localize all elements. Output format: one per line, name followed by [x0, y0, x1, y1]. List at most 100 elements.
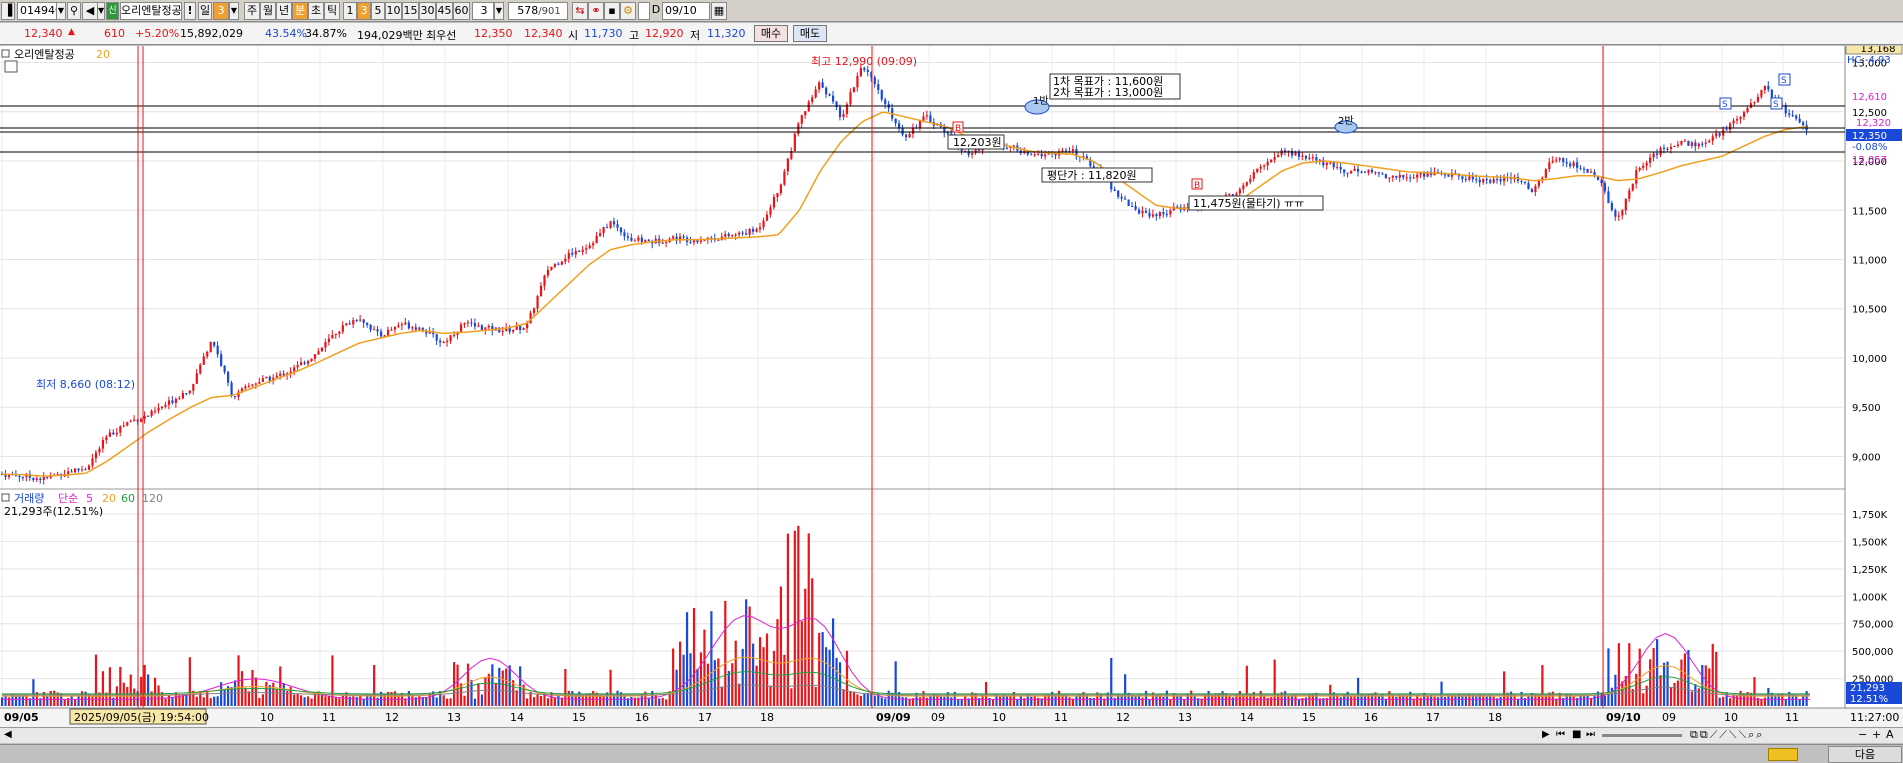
scroll-right-icon[interactable]: ▶ — [1542, 729, 1550, 740]
period-week-button[interactable]: 주 — [244, 2, 260, 20]
chart-area[interactable]: 오리엔탈정공 20 최고 12,990 (09:09) 최저 8,660 (08… — [0, 41, 1903, 727]
candle-body — [1576, 162, 1579, 168]
candle-body — [578, 250, 581, 252]
day-count-dropdown-icon[interactable]: ▼ — [229, 2, 239, 20]
volume-bar — [710, 611, 713, 706]
min-option-60[interactable]: 60 — [453, 2, 470, 20]
font-size-icon[interactable]: A — [1886, 728, 1894, 741]
candle-body — [769, 207, 772, 215]
volume-bar — [1124, 674, 1127, 706]
alert-button[interactable]: ! — [184, 2, 196, 20]
next-button[interactable]: 다음 — [1828, 746, 1902, 763]
volume-bar — [779, 586, 783, 706]
candle-body — [1228, 194, 1231, 196]
candle-body — [1628, 190, 1631, 199]
right-12057: 12,057 — [1852, 155, 1887, 166]
tool-icons[interactable]: ⧉⧉⟋⟋⟍⟍⌕⌕ — [1690, 728, 1764, 742]
scroll-left-icon[interactable]: ◀ — [4, 729, 12, 740]
d-checkbox[interactable] — [638, 2, 650, 20]
candle-body — [1527, 183, 1530, 190]
volume-bar — [797, 525, 800, 706]
candle-body — [630, 237, 633, 241]
min-option-15[interactable]: 15 — [402, 2, 419, 20]
chart-svg[interactable]: 오리엔탈정공 20 최고 12,990 (09:09) 최저 8,660 (08… — [0, 41, 1903, 727]
period-day-count[interactable]: 3 — [213, 2, 229, 20]
candle-body — [477, 325, 480, 327]
date-input[interactable]: 09/10 — [662, 2, 710, 20]
gear-icon[interactable]: ⚙ — [620, 2, 636, 20]
candle-body — [831, 95, 835, 102]
period-day-button[interactable]: 일 — [198, 2, 212, 20]
candle-body — [373, 329, 376, 331]
candle-body — [755, 229, 758, 232]
zoom-out-icon[interactable]: − — [1858, 728, 1867, 741]
calendar-icon[interactable]: ▦ — [711, 2, 727, 20]
min-option-1[interactable]: 1 — [343, 2, 357, 20]
buy-button[interactable]: 매수 — [754, 25, 788, 42]
link-icon[interactable]: ⚭ — [588, 2, 604, 20]
save-icon[interactable]: ▪ — [604, 2, 620, 20]
speaker-dropdown-icon[interactable]: ▼ — [97, 2, 105, 20]
volume-bar — [1297, 698, 1301, 706]
candle-body — [1311, 157, 1314, 159]
candle-body — [446, 340, 449, 343]
stop-icon[interactable]: ■ — [1572, 729, 1581, 740]
period-minute-button[interactable]: 분 — [292, 2, 308, 20]
stock-name-field[interactable]: 오리엔탈정공 — [120, 2, 182, 20]
min-option-45[interactable]: 45 — [436, 2, 453, 20]
period-month-button[interactable]: 월 — [260, 2, 276, 20]
min-option-5[interactable]: 5 — [371, 2, 385, 20]
candle-body — [1148, 212, 1151, 217]
rewind-icon[interactable]: ⏮ — [1556, 729, 1565, 740]
candle-body — [1336, 166, 1339, 168]
candle-body — [1033, 154, 1036, 156]
volume-bar — [811, 578, 814, 706]
candle-body — [877, 83, 880, 91]
scrollbar[interactable]: ◀ ▶ ⏮ ■ ⏭ ⧉⧉⟋⟋⟍⟍⌕⌕ − + A — [0, 727, 1903, 743]
candle-body — [1586, 169, 1589, 173]
volume-title: 거래량 — [14, 492, 44, 505]
sell-button[interactable]: 매도 — [793, 25, 827, 42]
forward-icon[interactable]: ⏭ — [1586, 729, 1595, 740]
sell-marker-3-label: S — [1781, 76, 1787, 86]
candle-body — [1603, 183, 1607, 192]
candle-body — [1687, 140, 1690, 146]
sync-icon[interactable]: ⇆ — [572, 2, 588, 20]
min-option-30[interactable]: 30 — [419, 2, 436, 20]
candle-body — [539, 285, 543, 297]
candle-body — [884, 99, 887, 105]
zoom-slider[interactable] — [1602, 734, 1682, 737]
min-option-3[interactable]: 3 — [357, 2, 371, 20]
volume-bar — [964, 696, 967, 706]
speaker-icon[interactable]: ◀ — [82, 2, 98, 20]
candle-body — [1676, 144, 1680, 147]
volume-bar — [831, 618, 835, 706]
search-icon[interactable]: ⚲ — [67, 2, 81, 20]
candle-body — [306, 361, 310, 364]
count-dropdown-icon[interactable]: ▼ — [494, 2, 504, 20]
candle-body — [682, 236, 685, 238]
candle-body — [894, 118, 897, 124]
period-second-button[interactable]: 초 — [308, 2, 324, 20]
volume-bar — [1179, 695, 1182, 706]
candle-body — [275, 375, 278, 378]
period-tick-button[interactable]: 틱 — [324, 2, 340, 20]
count-input[interactable]: 3 — [472, 2, 494, 20]
ratio-1: 43.54% — [265, 27, 307, 40]
sell-marker-1-label: S — [1722, 100, 1728, 110]
candle-body — [967, 150, 970, 155]
volume-bar — [247, 691, 251, 706]
min-option-10[interactable]: 10 — [385, 2, 402, 20]
low-label: 저 — [690, 29, 701, 42]
code-dropdown-icon[interactable]: ▼ — [56, 2, 66, 20]
stock-code-input[interactable]: 014940 — [17, 2, 57, 20]
zoom-in-icon[interactable]: + — [1872, 728, 1881, 741]
candle-body — [1266, 161, 1269, 166]
candle-body — [1722, 129, 1725, 136]
candle-body — [1656, 153, 1659, 155]
volume-bar — [901, 697, 904, 706]
volume-bar — [873, 695, 876, 706]
volume-bar — [696, 669, 699, 706]
period-year-button[interactable]: 년 — [276, 2, 292, 20]
nav-left-icon[interactable]: ▐ — [1, 2, 15, 20]
